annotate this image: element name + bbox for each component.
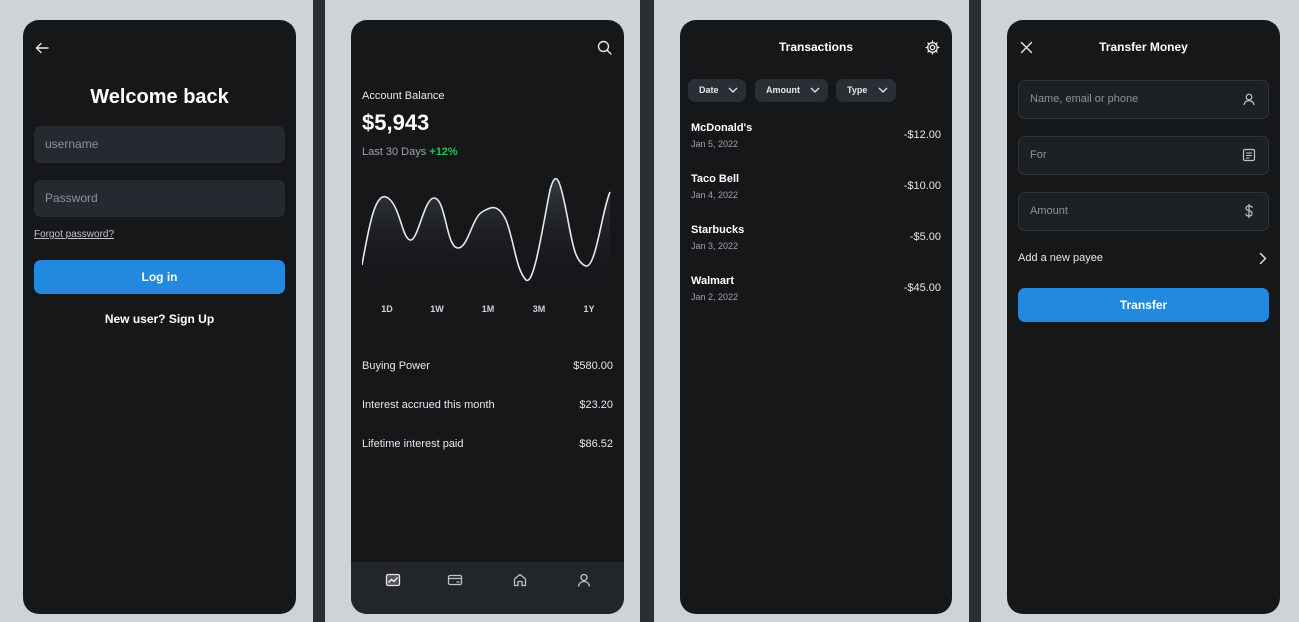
transaction-name: Starbucks xyxy=(691,224,745,236)
period-text: Last 30 Days xyxy=(362,146,427,158)
transaction-row[interactable]: Walmart Jan 2, 2022 -$45.00 xyxy=(680,273,952,317)
background-divider xyxy=(969,0,981,622)
login-button[interactable]: Log in xyxy=(34,260,285,294)
for-placeholder: For xyxy=(1030,149,1047,161)
period-change: +12% xyxy=(429,146,458,158)
stat-value: $580.00 xyxy=(573,360,613,372)
chevron-down-icon xyxy=(728,86,738,94)
stat-value: $86.52 xyxy=(579,438,613,450)
transaction-date: Jan 2, 2022 xyxy=(691,292,739,302)
gear-icon[interactable] xyxy=(925,40,940,55)
recipient-input[interactable]: Name, email or phone xyxy=(1018,80,1269,119)
card-icon[interactable] xyxy=(447,572,463,588)
transaction-amount: -$45.00 xyxy=(903,282,941,294)
stat-row: Lifetime interest paid $86.52 xyxy=(362,438,613,450)
stat-row: Interest accrued this month $23.20 xyxy=(362,399,613,411)
username-input[interactable]: username xyxy=(34,126,285,163)
filter-chip-label: Amount xyxy=(766,85,800,95)
transaction-date: Jan 3, 2022 xyxy=(691,241,739,251)
transaction-amount: -$5.00 xyxy=(909,231,941,243)
transaction-row[interactable]: Taco Bell Jan 4, 2022 -$10.00 xyxy=(680,171,952,215)
balance-chart xyxy=(362,170,614,288)
amount-input[interactable]: Amount xyxy=(1018,192,1269,231)
balance-value: $5,943 xyxy=(362,110,430,135)
signup-link[interactable]: New user? Sign Up xyxy=(23,312,296,326)
user-icon xyxy=(1242,92,1256,106)
page-title: Transactions xyxy=(778,40,854,54)
home-icon[interactable] xyxy=(512,572,528,588)
account-screen: Account Balance $5,943 Last 30 Days +12%… xyxy=(351,20,624,614)
transaction-date: Jan 4, 2022 xyxy=(691,190,739,200)
filter-chip-label: Type xyxy=(847,85,868,95)
transaction-name: Taco Bell xyxy=(691,173,740,185)
range-tab-3m[interactable]: 3M xyxy=(524,304,554,314)
transaction-amount: -$10.00 xyxy=(903,180,941,192)
filter-chip-amount[interactable]: Amount xyxy=(755,79,828,102)
transaction-row[interactable]: Starbucks Jan 3, 2022 -$5.00 xyxy=(680,222,952,266)
back-arrow-icon[interactable] xyxy=(35,41,49,55)
background-divider xyxy=(640,0,654,622)
amount-placeholder: Amount xyxy=(1030,205,1068,217)
chevron-right-icon xyxy=(1259,252,1267,265)
period-label: Last 30 Days +12% xyxy=(362,146,458,158)
stat-label: Interest accrued this month xyxy=(362,399,495,411)
filter-chip-date[interactable]: Date xyxy=(688,79,746,102)
range-tab-1m[interactable]: 1M xyxy=(473,304,503,314)
background-divider xyxy=(313,0,325,622)
balance-label: Account Balance xyxy=(362,90,445,102)
transaction-name: Walmart xyxy=(691,275,734,287)
range-tab-1y[interactable]: 1Y xyxy=(574,304,604,314)
transaction-date: Jan 5, 2022 xyxy=(691,139,739,149)
note-icon xyxy=(1242,148,1256,162)
chart-icon[interactable] xyxy=(385,572,401,588)
range-tab-1w[interactable]: 1W xyxy=(422,304,452,314)
stat-value: $23.20 xyxy=(579,399,613,411)
add-payee-row[interactable]: Add a new payee xyxy=(1018,252,1269,265)
chevron-down-icon xyxy=(878,86,888,94)
filter-chip-type[interactable]: Type xyxy=(836,79,896,102)
range-tab-1d[interactable]: 1D xyxy=(372,304,402,314)
transfer-screen: Transfer Money Name, email or phone For … xyxy=(1007,20,1280,614)
password-input[interactable]: Password xyxy=(34,180,285,217)
filter-chip-label: Date xyxy=(699,85,719,95)
chevron-down-icon xyxy=(810,86,820,94)
transactions-screen: Transactions Date Amount Type McDonald's… xyxy=(680,20,952,614)
transfer-button[interactable]: Transfer xyxy=(1018,288,1269,322)
page-title: Welcome back xyxy=(90,86,229,108)
stat-label: Lifetime interest paid xyxy=(362,438,464,450)
page-title: Transfer Money xyxy=(1099,40,1188,54)
dollar-icon xyxy=(1242,204,1256,218)
transaction-name: McDonald's xyxy=(691,122,753,134)
transaction-row[interactable]: McDonald's Jan 5, 2022 -$12.00 xyxy=(680,120,952,164)
login-screen: Welcome back username Password Forgot pa… xyxy=(23,20,296,614)
for-input[interactable]: For xyxy=(1018,136,1269,175)
forgot-password-link[interactable]: Forgot password? xyxy=(34,229,114,240)
transaction-amount: -$12.00 xyxy=(903,129,941,141)
user-icon[interactable] xyxy=(576,572,592,588)
bottom-nav xyxy=(351,562,624,614)
recipient-placeholder: Name, email or phone xyxy=(1030,93,1139,105)
stat-label: Buying Power xyxy=(362,360,430,372)
search-icon[interactable] xyxy=(597,40,612,55)
stat-row: Buying Power $580.00 xyxy=(362,360,613,372)
add-payee-label: Add a new payee xyxy=(1018,252,1104,264)
